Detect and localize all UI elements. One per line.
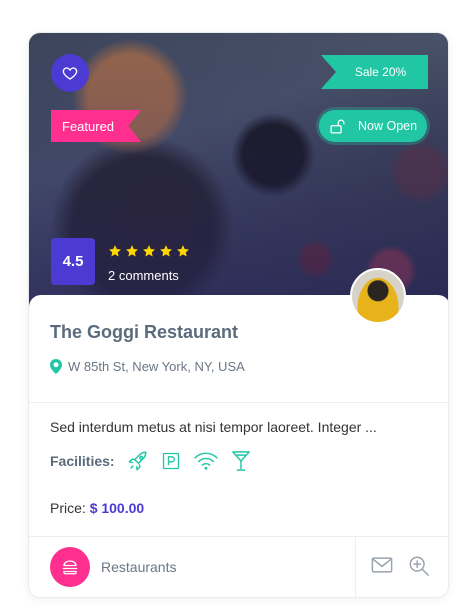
price-value: $ 100.00 bbox=[89, 500, 145, 516]
star-icon bbox=[143, 245, 155, 257]
listing-address: W 85th St, New York, NY, USA bbox=[50, 359, 245, 374]
open-status-label: Now Open bbox=[358, 119, 418, 133]
comments-count[interactable]: 2 comments bbox=[108, 268, 179, 283]
listing-description: Sed interdum metus at nisi tempor laoree… bbox=[50, 419, 377, 435]
rocket-icon bbox=[128, 451, 147, 471]
heart-icon bbox=[62, 67, 78, 80]
address-text: W 85th St, New York, NY, USA bbox=[68, 359, 245, 374]
listing-body: The Goggi Restaurant W 85th St, New York… bbox=[29, 295, 448, 597]
category-label[interactable]: Restaurants bbox=[101, 559, 176, 575]
rating-badge: 4.5 bbox=[51, 238, 95, 285]
star-icon bbox=[126, 245, 138, 257]
listing-footer: Restaurants bbox=[29, 536, 448, 597]
burger-icon bbox=[62, 560, 78, 575]
owner-avatar[interactable] bbox=[350, 268, 406, 324]
mail-icon[interactable] bbox=[371, 556, 393, 574]
star-icon bbox=[109, 245, 121, 257]
footer-divider bbox=[355, 536, 356, 597]
cocktail-icon bbox=[231, 451, 250, 471]
listing-title[interactable]: The Goggi Restaurant bbox=[50, 322, 238, 343]
unlock-icon bbox=[330, 119, 345, 134]
facilities-label: Facilities: bbox=[50, 453, 115, 469]
open-status-button[interactable]: Now Open bbox=[319, 110, 427, 142]
facilities-row: Facilities: bbox=[50, 450, 251, 472]
parking-icon bbox=[162, 452, 179, 470]
category-button[interactable] bbox=[50, 547, 90, 587]
star-rating bbox=[108, 244, 190, 258]
star-icon bbox=[177, 245, 189, 257]
price-label: Price: bbox=[50, 500, 86, 516]
map-pin-icon bbox=[50, 359, 62, 374]
sale-badge: Sale 20% bbox=[321, 55, 428, 89]
price-row: Price: $ 100.00 bbox=[50, 500, 144, 516]
star-icon bbox=[160, 245, 172, 257]
divider bbox=[29, 402, 448, 403]
featured-badge: Featured bbox=[51, 110, 141, 142]
wifi-icon bbox=[193, 452, 218, 470]
listing-card: Sale 20% Featured Now Open 4.5 2 comment… bbox=[28, 32, 449, 598]
favorite-button[interactable] bbox=[51, 54, 89, 92]
zoom-in-icon[interactable] bbox=[408, 555, 430, 577]
